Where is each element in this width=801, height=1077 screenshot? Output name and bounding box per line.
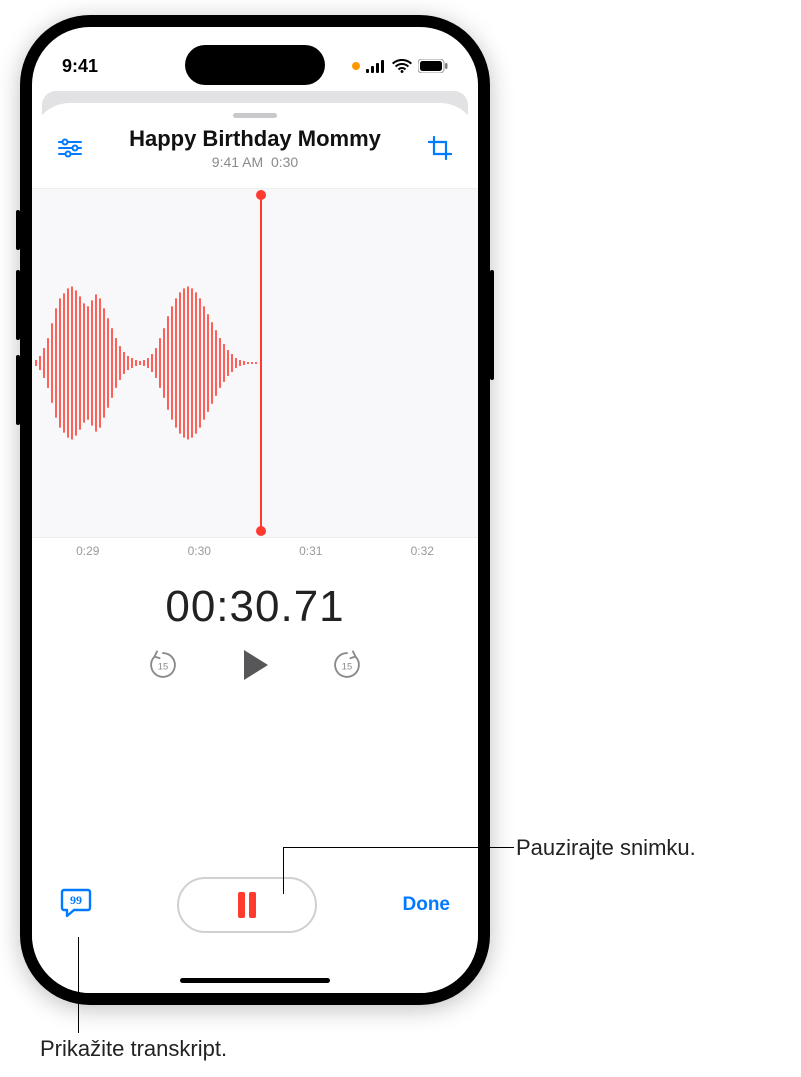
callout-pause: Pauzirajte snimku.: [516, 835, 696, 861]
status-time: 9:41: [62, 56, 98, 77]
dynamic-island: [185, 45, 325, 85]
elapsed-time: 00:30.71: [32, 582, 478, 632]
skip-back-button[interactable]: 15: [146, 648, 180, 687]
tick: 0:29: [32, 544, 144, 558]
waveform-area[interactable]: [32, 188, 478, 538]
play-button[interactable]: [240, 648, 270, 687]
tick: 0:31: [255, 544, 367, 558]
transcript-button[interactable]: 99: [60, 888, 92, 923]
pause-button[interactable]: [177, 877, 317, 933]
options-button[interactable]: [46, 128, 94, 168]
phone-frame: 9:41: [20, 15, 490, 1005]
transcript-icon: 99: [60, 888, 92, 918]
timeline-ruler: 0:29 0:30 0:31 0:32: [32, 538, 478, 558]
sliders-icon: [57, 138, 83, 158]
play-icon: [240, 648, 270, 682]
skip-forward-button[interactable]: 15: [330, 648, 364, 687]
wifi-icon: [392, 59, 412, 73]
tick: 0:30: [144, 544, 256, 558]
recording-sheet: Happy Birthday Mommy 9:41 AM 0:30: [32, 103, 478, 993]
recording-title[interactable]: Happy Birthday Mommy: [32, 126, 478, 152]
trim-button[interactable]: [416, 128, 464, 168]
callout-line: [284, 847, 514, 848]
skip-back-15-icon: 15: [146, 648, 180, 682]
tick: 0:32: [367, 544, 479, 558]
recording-indicator-icon: [352, 62, 360, 70]
callout-line: [78, 937, 79, 1033]
screen: 9:41: [32, 27, 478, 993]
svg-text:15: 15: [158, 661, 168, 671]
waveform-icon: [32, 189, 478, 537]
battery-icon: [418, 59, 448, 73]
svg-text:15: 15: [342, 661, 352, 671]
callout-transcript: Prikažite transkript.: [40, 1036, 227, 1062]
svg-text:99: 99: [70, 893, 82, 907]
cellular-icon: [366, 60, 386, 73]
pause-icon: [236, 892, 258, 918]
done-button[interactable]: Done: [403, 894, 451, 916]
home-indicator[interactable]: [180, 978, 330, 983]
sheet-grabber[interactable]: [233, 113, 277, 118]
playhead[interactable]: [260, 195, 262, 531]
crop-icon: [428, 136, 452, 160]
recording-subtitle: 9:41 AM 0:30: [32, 154, 478, 170]
skip-forward-15-icon: 15: [330, 648, 364, 682]
